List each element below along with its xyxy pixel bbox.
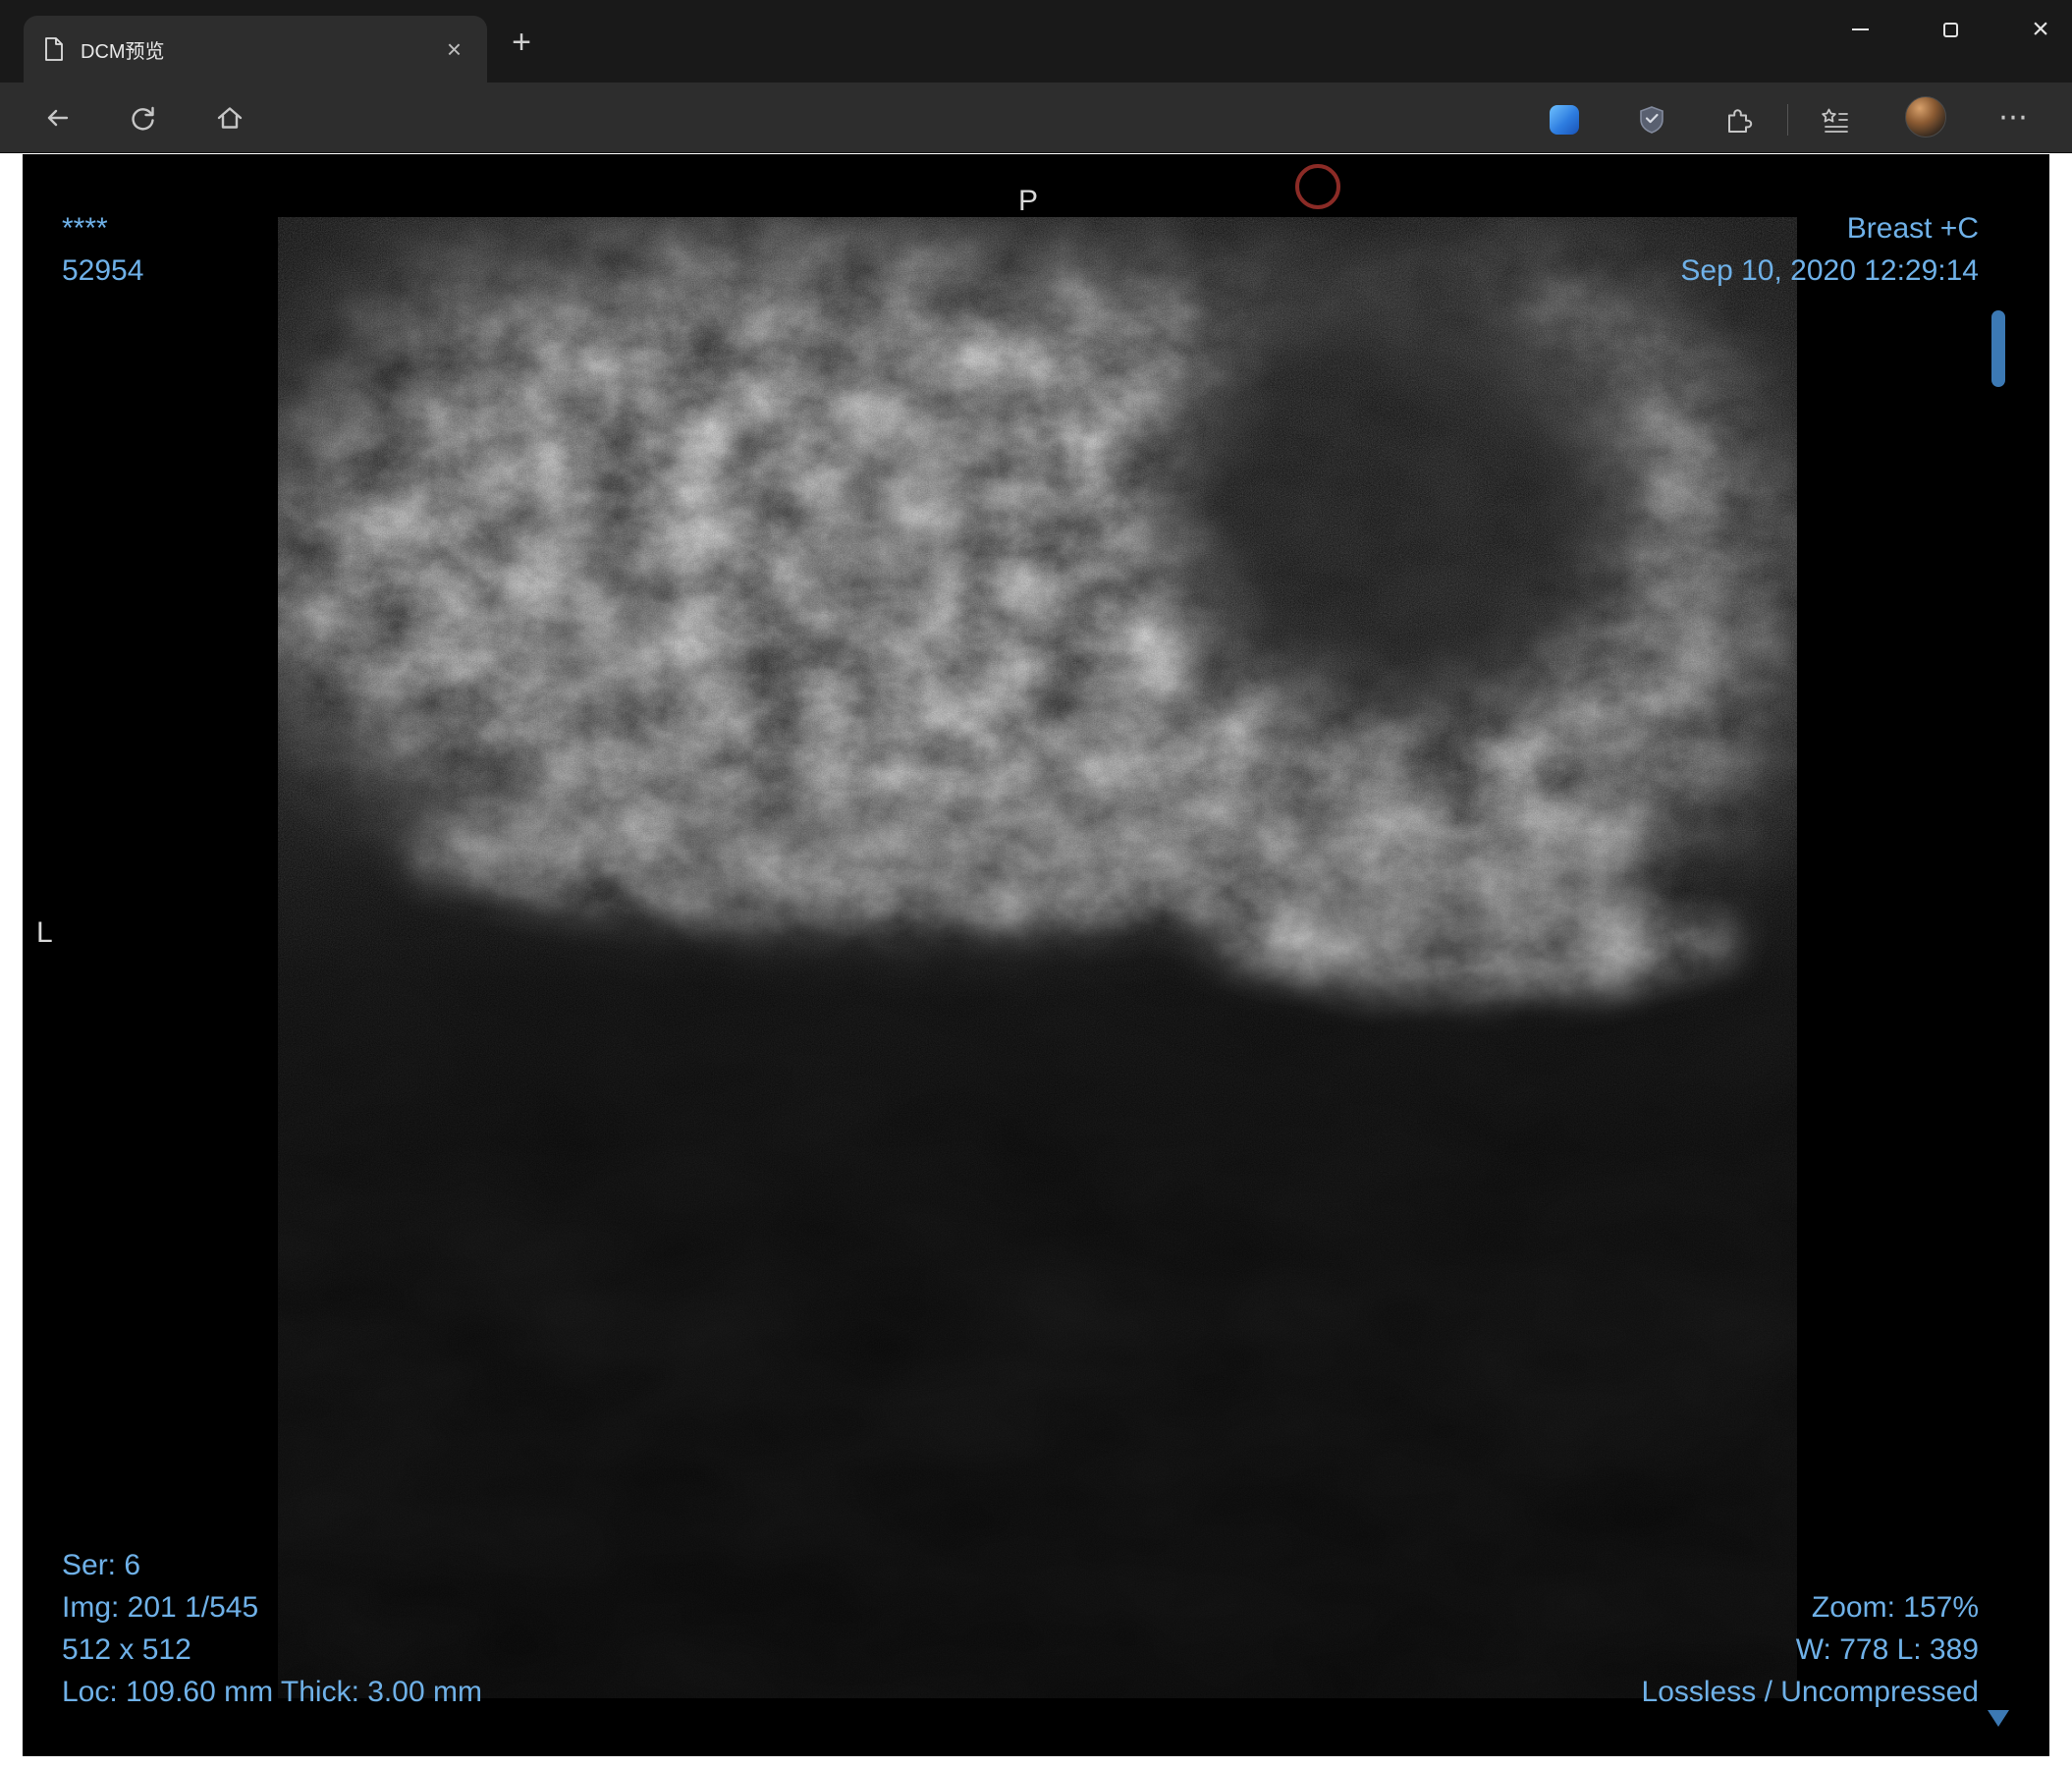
compression-info: Lossless / Uncompressed	[1641, 1676, 1979, 1708]
series-info-block: Ser: 6 Img: 201 1/545 512 x 512 Loc: 109…	[62, 1544, 482, 1713]
study-info: Breast +C Sep 10, 2020 12:29:14	[1680, 207, 1979, 292]
tab-strip: DCM预览 × + ×	[0, 0, 2072, 83]
document-icon	[45, 37, 63, 61]
refresh-button[interactable]	[119, 94, 166, 141]
browser-window: DCM预览 × + × ⋯ **** 52954 Breast +C Sep 1…	[0, 0, 2072, 1768]
window-minimize-button[interactable]	[1828, 0, 1891, 59]
new-tab-button[interactable]: +	[499, 20, 544, 65]
minimize-icon	[1851, 28, 1869, 30]
shield-extension-button[interactable]	[1630, 98, 1673, 141]
more-icon: ⋯	[1998, 101, 2028, 134]
patient-id: 52954	[62, 254, 144, 287]
display-info-block: Zoom: 157% W: 778 L: 389 Lossless / Unco…	[1642, 1586, 1979, 1713]
window-close-button[interactable]: ×	[2009, 0, 2072, 59]
study-description: Breast +C	[1846, 212, 1979, 245]
orientation-marker-left: L	[36, 916, 53, 949]
annotation-circle	[1295, 164, 1340, 209]
settings-menu-button[interactable]: ⋯	[1990, 94, 2037, 141]
profile-avatar[interactable]	[1905, 96, 1946, 138]
series-number: Ser: 6	[62, 1549, 141, 1581]
favorites-hub-icon	[1822, 108, 1848, 133]
shield-icon	[1640, 106, 1663, 134]
extensions-button[interactable]	[1717, 98, 1760, 141]
favorites-hub-button[interactable]	[1813, 98, 1856, 141]
back-icon	[47, 109, 69, 127]
patient-name-masked: ****	[62, 212, 108, 245]
back-button[interactable]	[33, 94, 81, 141]
window-maximize-button[interactable]	[1919, 0, 1982, 59]
close-icon: ×	[2032, 13, 2049, 45]
mri-texture-layer	[278, 217, 1797, 1698]
slice-location: Loc: 109.60 mm Thick: 3.00 mm	[62, 1676, 482, 1708]
blue-extension-icon	[1550, 105, 1579, 135]
maximize-icon	[1942, 22, 1958, 37]
matrix-size: 512 x 512	[62, 1633, 191, 1666]
mri-image	[278, 217, 1797, 1698]
toolbar-divider	[1787, 104, 1788, 136]
home-icon	[217, 107, 243, 129]
patient-info: **** 52954	[62, 207, 143, 292]
refresh-icon	[132, 106, 154, 131]
tab-dcm-preview[interactable]: DCM预览 ×	[24, 16, 487, 83]
navigation-bar: https://file.kkview.cn/onlinePreview?url…	[0, 83, 2072, 225]
window-level: W: 778 L: 389	[1795, 1633, 1979, 1666]
zoom-level: Zoom: 157%	[1811, 1591, 1979, 1624]
orientation-marker-posterior: P	[1017, 185, 1038, 217]
viewer-scrollbar-thumb[interactable]	[1991, 310, 2005, 387]
dicom-viewer-canvas[interactable]: **** 52954 Breast +C Sep 10, 2020 12:29:…	[23, 154, 2049, 1756]
tab-close-button[interactable]: ×	[441, 34, 467, 64]
study-datetime: Sep 10, 2020 12:29:14	[1680, 254, 1979, 287]
image-index: Img: 201 1/545	[62, 1591, 259, 1624]
home-button[interactable]	[206, 94, 253, 141]
blue-extension-button[interactable]	[1543, 98, 1586, 141]
window-controls: ×	[1801, 0, 2072, 59]
tab-title: DCM预览	[81, 40, 165, 63]
viewer-scroll-down-button[interactable]	[1988, 1710, 2009, 1727]
puzzle-icon	[1728, 109, 1753, 133]
